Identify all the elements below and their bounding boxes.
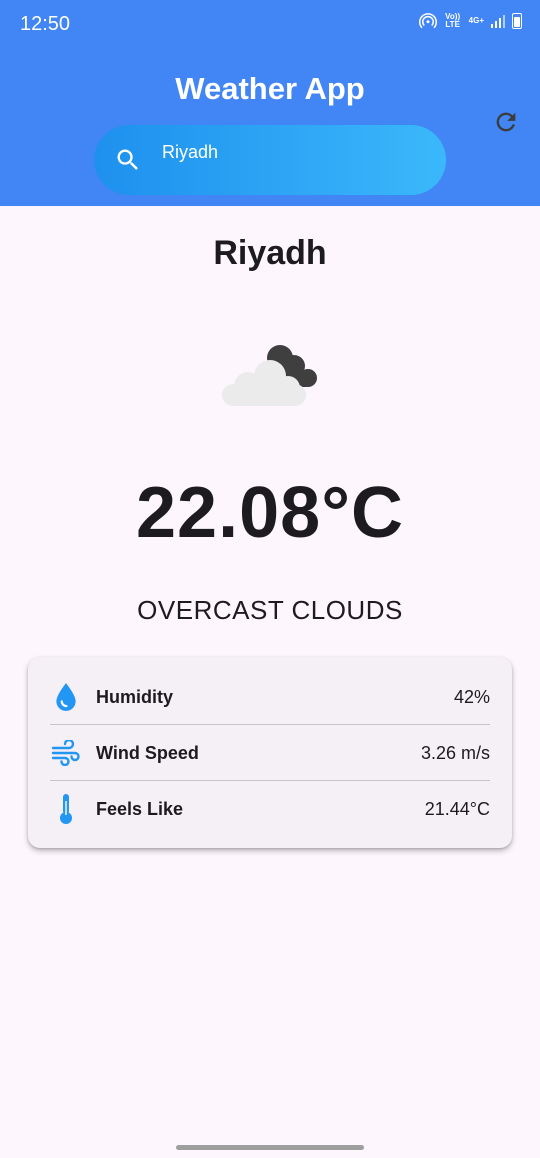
overcast-clouds-icon bbox=[222, 345, 317, 406]
weather-details-card: Humidity 42% Wind Speed 3.26 m/s Feels L… bbox=[28, 657, 512, 848]
detail-value: 21.44°C bbox=[424, 798, 490, 819]
status-time: 12:50 bbox=[20, 13, 71, 35]
detail-label: Feels Like bbox=[96, 798, 184, 819]
refresh-icon bbox=[496, 112, 516, 132]
detail-row-wind: Wind Speed 3.26 m/s bbox=[50, 725, 490, 781]
search-icon bbox=[117, 149, 138, 170]
search-value: Riyadh bbox=[162, 142, 219, 162]
battery-icon bbox=[512, 13, 522, 29]
city-name: Riyadh bbox=[213, 234, 327, 272]
humidity-drop-icon bbox=[50, 681, 82, 713]
search-input[interactable]: Riyadh bbox=[94, 125, 446, 195]
wind-icon bbox=[50, 737, 82, 769]
hotspot-icon bbox=[418, 13, 437, 29]
detail-row-humidity: Humidity 42% bbox=[50, 669, 490, 725]
detail-row-feels-like: Feels Like 21.44°C bbox=[50, 781, 490, 837]
status-icons: Vo)) LTE 4G+ bbox=[418, 12, 522, 30]
volte-indicator: Vo)) LTE bbox=[445, 12, 461, 29]
thermometer-icon bbox=[50, 793, 82, 825]
detail-label: Humidity bbox=[96, 686, 174, 707]
app-title: Weather App bbox=[175, 71, 365, 106]
network-type: 4G+ bbox=[468, 16, 484, 25]
detail-value: 3.26 m/s bbox=[420, 742, 490, 763]
temperature: 22.08°C bbox=[136, 473, 404, 553]
detail-label: Wind Speed bbox=[96, 742, 199, 763]
signal-icon bbox=[491, 15, 505, 28]
weather-description: OVERCAST CLOUDS bbox=[137, 595, 403, 625]
app-header: 12:50 Vo)) LTE 4G+ Weather App Riyadh bbox=[0, 0, 540, 206]
detail-value: 42% bbox=[453, 686, 490, 707]
home-indicator[interactable] bbox=[176, 1145, 364, 1150]
refresh-button[interactable] bbox=[492, 108, 520, 136]
